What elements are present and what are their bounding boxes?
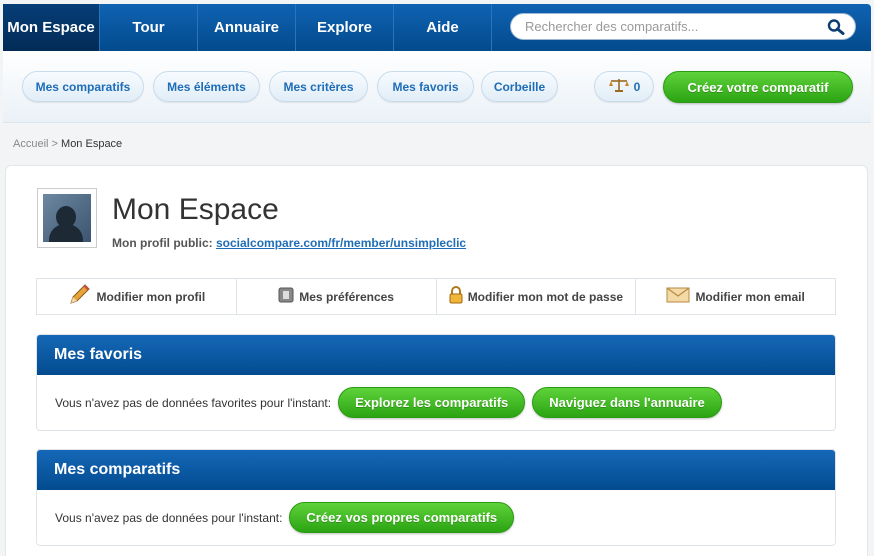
create-own-comparisons-button[interactable]: Créez vos propres comparatifs bbox=[289, 502, 515, 533]
search-input[interactable] bbox=[525, 14, 825, 39]
preferences-label: Mes préférences bbox=[299, 289, 394, 304]
comparisons-body: Vous n'avez pas de données pour l'instan… bbox=[37, 490, 835, 545]
sub-nav: Mes comparatifs Mes éléments Mes critère… bbox=[3, 51, 871, 123]
subnav-mes-elements[interactable]: Mes éléments bbox=[153, 71, 260, 102]
change-email-button[interactable]: Modifier mon email bbox=[636, 279, 835, 314]
scales-icon bbox=[608, 78, 630, 95]
pencil-icon bbox=[68, 284, 92, 309]
favorites-title: Mes favoris bbox=[37, 335, 835, 375]
subnav-mes-criteres[interactable]: Mes critères bbox=[269, 71, 368, 102]
favorites-panel: Mes favoris Vous n'avez pas de données f… bbox=[36, 334, 836, 431]
subnav-mes-favoris[interactable]: Mes favoris bbox=[377, 71, 474, 102]
public-profile-label: Mon profil public: bbox=[112, 236, 213, 250]
favorites-body: Vous n'avez pas de données favorites pou… bbox=[37, 375, 835, 430]
subnav-mes-comparatifs[interactable]: Mes comparatifs bbox=[22, 71, 144, 102]
public-profile-link[interactable]: socialcompare.com/fr/member/unsimpleclic bbox=[216, 236, 466, 250]
compare-basket-button[interactable]: 0 bbox=[594, 71, 654, 102]
nav-explore[interactable]: Explore bbox=[296, 4, 394, 51]
top-nav: Mon Espace Tour Annuaire Explore Aide bbox=[3, 4, 871, 51]
explore-comparisons-button[interactable]: Explorez les comparatifs bbox=[338, 387, 526, 418]
preferences-icon bbox=[278, 287, 294, 306]
page-title: Mon Espace bbox=[112, 193, 279, 226]
compare-count: 0 bbox=[633, 79, 641, 94]
breadcrumb-home[interactable]: Accueil bbox=[13, 138, 48, 150]
search-icon[interactable] bbox=[827, 19, 845, 40]
preferences-button[interactable]: Mes préférences bbox=[237, 279, 437, 314]
change-password-button[interactable]: Modifier mon mot de passe bbox=[437, 279, 637, 314]
browse-directory-button[interactable]: Naviguez dans l'annuaire bbox=[532, 387, 722, 418]
edit-profile-button[interactable]: Modifier mon profil bbox=[37, 279, 237, 314]
comparisons-empty-text: Vous n'avez pas de données pour l'instan… bbox=[55, 510, 283, 525]
nav-annuaire[interactable]: Annuaire bbox=[198, 4, 296, 51]
breadcrumb-separator: > bbox=[51, 138, 58, 150]
nav-mon-espace[interactable]: Mon Espace bbox=[3, 4, 100, 51]
edit-profile-label: Modifier mon profil bbox=[96, 289, 206, 304]
change-password-label: Modifier mon mot de passe bbox=[467, 289, 624, 304]
envelope-icon bbox=[666, 287, 690, 306]
lock-icon bbox=[449, 286, 463, 307]
create-comparison-button[interactable]: Créez votre comparatif bbox=[663, 71, 853, 103]
subnav-corbeille[interactable]: Corbeille bbox=[481, 71, 558, 102]
search-box bbox=[510, 13, 856, 40]
comparisons-panel: Mes comparatifs Vous n'avez pas de donné… bbox=[36, 449, 836, 546]
public-profile-line: Mon profil public: socialcompare.com/fr/… bbox=[112, 236, 466, 250]
avatar bbox=[37, 188, 97, 248]
change-email-label: Modifier mon email bbox=[695, 289, 805, 304]
nav-aide[interactable]: Aide bbox=[394, 4, 492, 51]
breadcrumb-current: Mon Espace bbox=[61, 138, 123, 150]
favorites-empty-text: Vous n'avez pas de données favorites pou… bbox=[55, 395, 332, 410]
profile-actions: Modifier mon profil Mes préférences Modi… bbox=[36, 278, 836, 315]
breadcrumb: Accueil > Mon Espace bbox=[13, 138, 122, 150]
nav-tour[interactable]: Tour bbox=[100, 4, 198, 51]
comparisons-title: Mes comparatifs bbox=[37, 450, 835, 490]
